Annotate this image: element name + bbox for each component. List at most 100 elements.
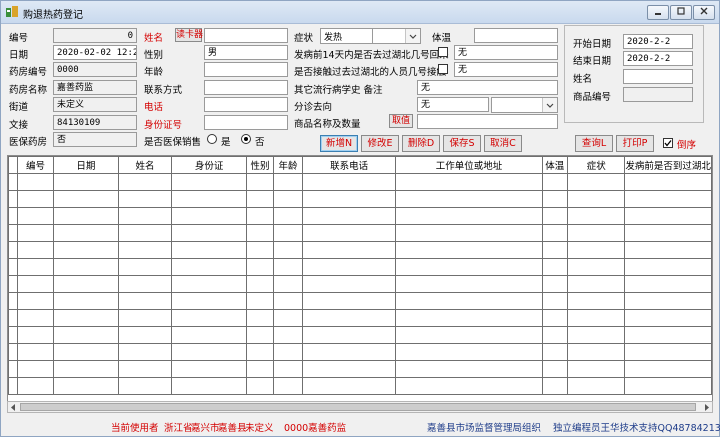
table-cell[interactable] [541,275,568,293]
table-cell[interactable] [566,377,626,395]
row-selector-cell[interactable] [8,224,19,242]
table-cell[interactable] [395,173,543,191]
table-cell[interactable] [624,207,712,225]
triage-dropdown-button[interactable] [542,98,557,112]
table-cell[interactable] [395,377,543,395]
table-cell[interactable] [566,258,626,276]
table-cell[interactable] [17,326,55,344]
table-cell[interactable] [566,292,626,310]
scrollbar-thumb[interactable] [20,403,696,411]
table-cell[interactable] [273,343,303,361]
table-cell[interactable] [301,173,397,191]
column-header[interactable]: 身份证 [171,156,247,174]
table-cell[interactable] [53,377,119,395]
table-cell[interactable] [624,241,712,259]
maximize-button[interactable] [670,5,692,20]
table-cell[interactable] [624,190,712,208]
records-table[interactable]: 编号 日期 姓名 身份证 性别 年龄 联系电话 工作单位或地址 体温 症状 发病… [7,155,713,411]
table-cell[interactable] [566,224,626,242]
table-cell[interactable] [541,343,568,361]
table-cell[interactable] [171,207,247,225]
table-cell[interactable] [17,190,55,208]
table-cell[interactable] [53,309,119,327]
table-cell[interactable] [245,190,275,208]
table-cell[interactable] [53,275,119,293]
table-cell[interactable] [395,275,543,293]
table-cell[interactable] [117,258,173,276]
table-cell[interactable] [541,207,568,225]
table-cell[interactable] [171,258,247,276]
table-cell[interactable] [245,258,275,276]
table-cell[interactable] [301,258,397,276]
table-cell[interactable] [53,258,119,276]
table-cell[interactable] [117,292,173,310]
table-cell[interactable] [624,292,712,310]
table-cell[interactable] [566,275,626,293]
name-field[interactable] [204,28,288,43]
table-cell[interactable] [541,224,568,242]
table-row[interactable] [8,207,712,225]
column-header[interactable]: 联系电话 [301,156,397,174]
table-cell[interactable] [245,326,275,344]
table-cell[interactable] [117,326,173,344]
table-cell[interactable] [541,241,568,259]
insurance-sale-yes-radio[interactable] [207,134,217,144]
table-cell[interactable] [395,309,543,327]
query-button[interactable]: 查询L [575,135,613,152]
table-row[interactable] [8,241,712,259]
q2-field[interactable]: 无 [454,62,558,77]
table-cell[interactable] [541,190,568,208]
table-cell[interactable] [53,190,119,208]
column-header[interactable]: 日期 [53,156,119,174]
table-cell[interactable] [117,343,173,361]
table-cell[interactable] [395,326,543,344]
row-selector-cell[interactable] [8,292,19,310]
table-cell[interactable] [273,190,303,208]
table-row[interactable] [8,275,712,293]
table-cell[interactable] [171,309,247,327]
product-fetch-button[interactable]: 取值 [389,114,413,128]
contact-field[interactable] [204,80,288,95]
cancel-button[interactable]: 取消C [484,135,522,152]
table-cell[interactable] [117,173,173,191]
table-cell[interactable] [566,343,626,361]
triage-field[interactable]: 无 [417,97,489,112]
table-cell[interactable] [301,326,397,344]
row-selector-cell[interactable] [8,207,19,225]
table-cell[interactable] [301,224,397,242]
table-cell[interactable] [245,377,275,395]
insurance-sale-no-radio[interactable] [241,134,251,144]
table-cell[interactable] [245,173,275,191]
table-cell[interactable] [541,360,568,378]
table-cell[interactable] [171,343,247,361]
table-row[interactable] [8,343,712,361]
row-selector-cell[interactable] [8,343,19,361]
table-cell[interactable] [301,292,397,310]
column-header[interactable]: 姓名 [117,156,173,174]
table-cell[interactable] [541,292,568,310]
table-cell[interactable] [117,377,173,395]
table-cell[interactable] [395,343,543,361]
table-cell[interactable] [624,275,712,293]
table-row[interactable] [8,224,712,242]
start-date-field[interactable]: 2020-2-2 [623,34,693,49]
table-cell[interactable] [17,343,55,361]
street-field[interactable]: 未定义 [53,97,137,112]
table-cell[interactable] [624,343,712,361]
table-cell[interactable] [301,343,397,361]
table-cell[interactable] [17,173,55,191]
table-cell[interactable] [566,326,626,344]
table-cell[interactable] [117,207,173,225]
table-cell[interactable] [273,377,303,395]
table-cell[interactable] [624,377,712,395]
table-cell[interactable] [117,241,173,259]
row-selector-cell[interactable] [8,173,19,191]
minimize-button[interactable] [647,5,669,20]
table-cell[interactable] [171,241,247,259]
table-cell[interactable] [171,377,247,395]
table-row[interactable] [8,173,712,191]
table-cell[interactable] [624,258,712,276]
filter-name-field[interactable] [623,69,693,84]
scroll-right-icon[interactable] [702,403,711,412]
table-cell[interactable] [273,292,303,310]
